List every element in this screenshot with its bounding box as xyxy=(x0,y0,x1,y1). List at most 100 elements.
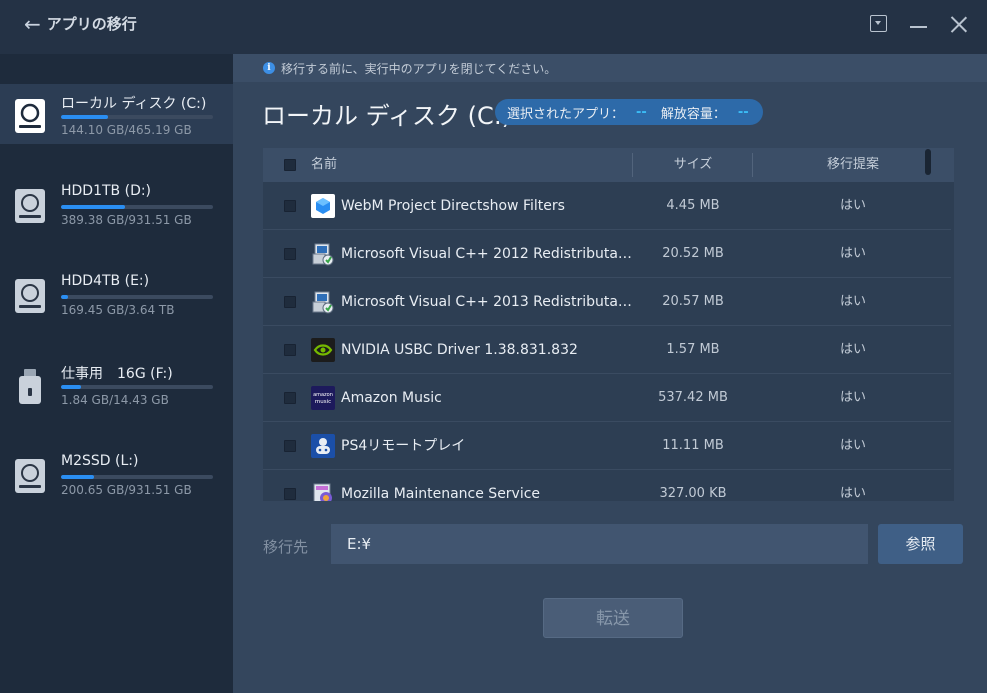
app-size: 4.45 MB xyxy=(666,198,720,213)
installer-icon xyxy=(311,290,335,314)
amazon-music-icon: amazon music xyxy=(311,386,335,410)
app-suggestion: はい xyxy=(839,198,866,213)
app-size: 20.57 MB xyxy=(662,294,724,309)
disk-usage-bar xyxy=(61,475,213,479)
disk-size: 200.65 GB/931.51 GB xyxy=(61,483,192,497)
hard-drive-icon xyxy=(14,188,46,224)
disk-name: 仕事用 16G (F:) xyxy=(61,366,173,382)
app-size: 537.42 MB xyxy=(658,390,728,405)
table-row[interactable]: PS4リモートプレイ 11.11 MB はい xyxy=(263,422,951,470)
table-row[interactable]: NVIDIA USBC Driver 1.38.831.832 1.57 MB はい xyxy=(263,326,951,374)
app-size: 20.52 MB xyxy=(662,246,724,261)
disk-usage-fill xyxy=(61,115,109,119)
mozilla-maintenance-icon xyxy=(311,482,335,501)
row-checkbox[interactable] xyxy=(284,488,296,500)
app-name: WebM Project Directshow Filters xyxy=(341,198,565,214)
disk-name: HDD1TB (D:) xyxy=(61,183,152,199)
app-name: NVIDIA USBC Driver 1.38.831.832 xyxy=(341,342,578,358)
row-checkbox[interactable] xyxy=(284,200,296,212)
webm-icon xyxy=(311,194,335,218)
row-checkbox[interactable] xyxy=(284,440,296,452)
app-suggestion: はい xyxy=(839,438,866,453)
browse-button[interactable]: 参照 xyxy=(878,524,963,564)
notice-text: 移行する前に、実行中のアプリを閉じてください。 xyxy=(281,61,557,76)
column-header-size[interactable]: サイズ xyxy=(633,148,753,182)
app-name: Amazon Music xyxy=(341,390,442,406)
transfer-button[interactable]: 転送 xyxy=(543,598,683,638)
ps4-remote-play-icon xyxy=(311,434,335,458)
app-name: Mozilla Maintenance Service xyxy=(341,486,541,501)
disk-sidebar: ローカル ディスク (C:) 144.10 GB/465.19 GB HDD1TB … xyxy=(0,54,233,693)
close-icon[interactable] xyxy=(949,14,969,34)
destination-label: 移行先 xyxy=(263,538,309,556)
row-checkbox[interactable] xyxy=(284,344,296,356)
row-checkbox[interactable] xyxy=(284,296,296,308)
sidebar-disk-item[interactable]: HDD4TB (E:) 169.45 GB/3.64 TB xyxy=(0,264,233,324)
app-size: 1.57 MB xyxy=(666,342,720,357)
nvidia-icon xyxy=(311,338,335,362)
disk-size: 169.45 GB/3.64 TB xyxy=(61,303,175,317)
table-row[interactable]: Mozilla Maintenance Service 327.00 KB はい xyxy=(263,470,951,501)
svg-text:amazon: amazon xyxy=(313,392,333,398)
back-button[interactable]: ← アプリの移行 xyxy=(24,13,137,34)
title-bar: ← アプリの移行 xyxy=(0,0,987,54)
disk-usage-bar xyxy=(61,115,213,119)
app-name: PS4リモートプレイ xyxy=(341,438,466,454)
disk-usage-fill xyxy=(61,295,68,299)
disk-usage-bar xyxy=(61,295,213,299)
disk-usage-fill xyxy=(61,205,125,209)
hard-drive-icon xyxy=(14,98,46,134)
sidebar-disk-item[interactable]: ローカル ディスク (C:) 144.10 GB/465.19 GB xyxy=(0,84,233,144)
freed-space-label: 解放容量： xyxy=(660,106,726,122)
notice-bar: i 移行する前に、実行中のアプリを閉じてください。 xyxy=(233,54,987,82)
app-name: Microsoft Visual C++ 2012 Redistributabl… xyxy=(341,246,633,262)
selected-apps-value: -- xyxy=(636,104,647,120)
table-scrollbar[interactable] xyxy=(925,149,931,175)
column-header-name[interactable]: 名前 xyxy=(311,148,337,182)
disk-name: ローカル ディスク (C:) xyxy=(61,96,207,112)
app-suggestion: はい xyxy=(839,390,866,405)
app-size: 327.00 KB xyxy=(659,486,727,501)
disk-usage-fill xyxy=(61,475,95,479)
app-suggestion: はい xyxy=(839,294,866,309)
disk-size: 1.84 GB/14.43 GB xyxy=(61,393,169,407)
hard-drive-icon xyxy=(14,458,46,494)
table-row[interactable]: Microsoft Visual C++ 2012 Redistributabl… xyxy=(263,230,951,278)
app-suggestion: はい xyxy=(839,486,866,501)
app-suggestion: はい xyxy=(839,246,866,261)
select-all-checkbox[interactable] xyxy=(284,159,296,171)
menu-dropdown-icon[interactable] xyxy=(870,15,887,32)
app-table: 名前 サイズ 移行提案 WebM Project Directshow Filt… xyxy=(263,148,954,501)
disk-usage-bar xyxy=(61,385,213,389)
info-icon: i xyxy=(263,62,275,74)
installer-icon xyxy=(311,242,335,266)
column-header-suggestion[interactable]: 移行提案 xyxy=(753,148,953,182)
disk-title: ローカル ディスク (C:) xyxy=(262,102,512,130)
hard-drive-icon xyxy=(14,278,46,314)
sidebar-disk-item[interactable]: M2SSD (L:) 200.65 GB/931.51 GB xyxy=(0,444,233,504)
row-checkbox[interactable] xyxy=(284,248,296,260)
table-row[interactable]: Microsoft Visual C++ 2013 Redistributabl… xyxy=(263,278,951,326)
disk-usage-bar xyxy=(61,205,213,209)
app-size: 11.11 MB xyxy=(662,438,724,453)
table-row[interactable]: amazon music Amazon Music 537.42 MB はい xyxy=(263,374,951,422)
disk-name: HDD4TB (E:) xyxy=(61,273,150,289)
selection-summary-badge: 選択されたアプリ： -- 解放容量： -- xyxy=(495,99,763,125)
destination-input[interactable] xyxy=(331,524,868,564)
back-arrow-icon: ← xyxy=(24,11,41,36)
sidebar-disk-item[interactable]: 仕事用 16G (F:) 1.84 GB/14.43 GB xyxy=(0,354,233,414)
disk-size: 144.10 GB/465.19 GB xyxy=(61,123,192,137)
sidebar-disk-item[interactable]: HDD1TB (D:) 389.38 GB/931.51 GB xyxy=(0,174,233,234)
window-title: アプリの移行 xyxy=(46,15,137,33)
app-name: Microsoft Visual C++ 2013 Redistributabl… xyxy=(341,294,633,310)
usb-drive-icon xyxy=(14,368,46,404)
minimize-icon[interactable] xyxy=(909,14,929,34)
disk-name: M2SSD (L:) xyxy=(61,453,139,469)
app-suggestion: はい xyxy=(839,342,866,357)
svg-text:music: music xyxy=(315,399,331,405)
disk-size: 389.38 GB/931.51 GB xyxy=(61,213,192,227)
main-panel: i 移行する前に、実行中のアプリを閉じてください。 ローカル ディスク (C:)… xyxy=(233,54,987,693)
disk-usage-fill xyxy=(61,385,81,389)
row-checkbox[interactable] xyxy=(284,392,296,404)
table-row[interactable]: WebM Project Directshow Filters 4.45 MB はい xyxy=(263,182,951,230)
